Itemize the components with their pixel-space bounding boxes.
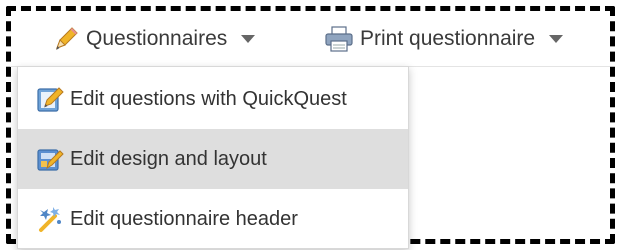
menu-item-edit-design-layout[interactable]: Edit design and layout xyxy=(18,129,408,189)
chevron-down-icon xyxy=(241,34,256,44)
menu-item-edit-header[interactable]: Edit questionnaire header xyxy=(18,189,408,249)
menu-item-label: Edit design and layout xyxy=(70,147,267,170)
chevron-down-icon xyxy=(549,34,564,44)
edit-questions-icon xyxy=(33,82,67,116)
header-wand-icon xyxy=(33,202,67,236)
menu-item-label: Edit questionnaire header xyxy=(70,207,298,230)
menu-item-edit-questions[interactable]: Edit questions with QuickQuest xyxy=(18,69,408,129)
questionnaires-dropdown-menu: Edit questions with QuickQuest Edit desi… xyxy=(17,66,409,249)
design-layout-icon xyxy=(33,142,67,176)
questionnaires-button[interactable]: Questionnaires xyxy=(52,14,256,64)
pencil-icon xyxy=(52,25,80,53)
printer-icon xyxy=(324,25,354,53)
menu-item-label: Edit questions with QuickQuest xyxy=(70,87,347,110)
toolbar: Questionnaires Print questionnaire xyxy=(10,14,610,67)
print-questionnaire-label: Print questionnaire xyxy=(360,27,536,50)
questionnaires-label: Questionnaires xyxy=(86,27,228,50)
print-questionnaire-button[interactable]: Print questionnaire xyxy=(324,14,564,64)
